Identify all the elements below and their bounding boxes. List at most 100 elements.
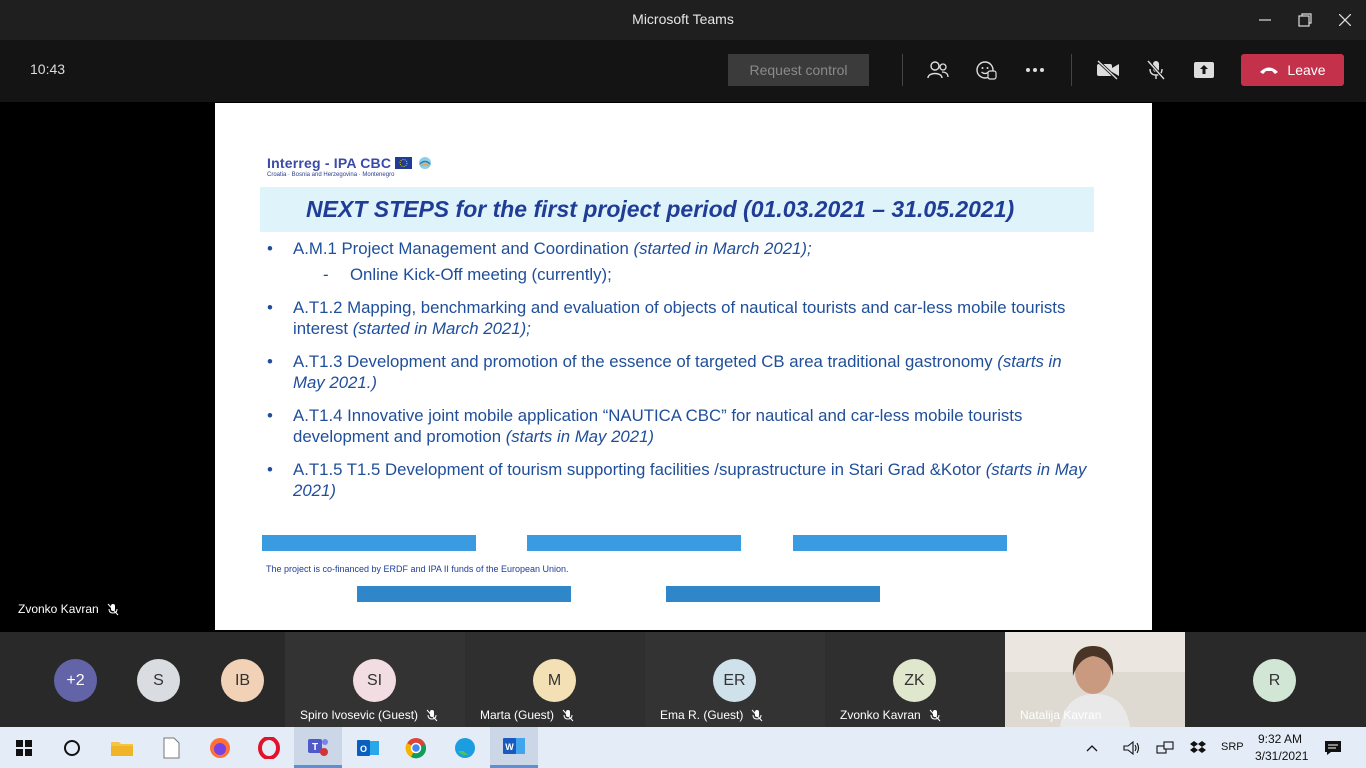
microphone-muted-icon [562, 709, 574, 721]
participant-name-tag: Natalija Kavran [1020, 708, 1101, 722]
svg-text:O: O [360, 744, 367, 754]
participants-icon[interactable] [923, 55, 953, 85]
partner-logo-bar [357, 586, 571, 602]
microphone-muted-icon[interactable] [1141, 55, 1171, 85]
avatar[interactable]: IB [221, 659, 264, 702]
bullet-text: A.M.1 Project Management and Coordinatio… [293, 239, 634, 258]
shared-content-stage: Interreg - IPA CBC Croatia · Bosnia and … [0, 102, 1366, 632]
logo-text: Interreg - IPA CBC [267, 155, 392, 171]
chrome-icon[interactable] [392, 727, 440, 768]
file-explorer-icon[interactable] [98, 727, 146, 768]
participant-name: Natalija Kavran [1020, 708, 1102, 722]
slide-bullet-list: • A.M.1 Project Management and Coordinat… [267, 238, 1097, 501]
participant-name: Ema R. (Guest) [660, 708, 744, 722]
avatar[interactable]: S [137, 659, 180, 702]
windows-taskbar: T O W SRP 9:32 AM 3/31/2021 [0, 727, 1366, 768]
bullet-icon: • [267, 406, 273, 425]
avatar: ER [713, 659, 756, 702]
more-options-icon[interactable] [1020, 55, 1050, 85]
partner-logo-bar [793, 535, 1007, 551]
bullet-text: Online Kick-Off meeting (currently); [350, 265, 612, 284]
windows-start-icon[interactable] [0, 727, 48, 768]
bullet-text: A.T1.4 Innovative joint mobile applicati… [293, 406, 1023, 446]
participant-name-tag: Marta (Guest) [480, 708, 574, 722]
bullet-icon: • [267, 239, 273, 258]
request-control-button[interactable]: Request control [728, 54, 869, 86]
network-icon[interactable] [1150, 727, 1180, 768]
participant-name-tag: Zvonko Kavran [840, 708, 941, 722]
reactions-icon[interactable] [971, 55, 1001, 85]
tray-chevron-up-icon[interactable] [1077, 727, 1107, 768]
notifications-icon[interactable] [1318, 727, 1348, 768]
bullet-text: A.T1.5 T1.5 Development of tourism suppo… [293, 460, 986, 479]
bullet-item: • A.M.1 Project Management and Coordinat… [267, 238, 1097, 259]
camera-off-icon[interactable] [1093, 55, 1123, 85]
heading-band: NEXT STEPS for the first project period … [260, 187, 1094, 232]
participant-name-tag: Ema R. (Guest) [660, 708, 763, 722]
project-emblem-icon [419, 157, 432, 169]
microphone-muted-icon [426, 709, 438, 721]
bullet-note: (started in March 2021); [633, 239, 812, 258]
restore-icon[interactable] [1285, 0, 1325, 40]
participant-tile[interactable]: ER Ema R. (Guest) [645, 632, 825, 727]
word-icon[interactable]: W [490, 727, 538, 768]
participant-strip: +2 S IB SI Spiro Ivosevic (Guest) M Mart… [0, 632, 1366, 727]
leave-label: Leave [1287, 62, 1326, 78]
partner-logo-bar [666, 586, 880, 602]
window-title: Microsoft Teams [632, 11, 734, 27]
presentation-slide: Interreg - IPA CBC Croatia · Bosnia and … [215, 103, 1152, 630]
eu-flag-icon [395, 157, 413, 169]
participant-video-tile[interactable]: Natalija Kavran [1005, 632, 1185, 727]
more-participants-button[interactable]: +2 [54, 659, 97, 702]
document-icon[interactable] [147, 727, 195, 768]
avatar[interactable]: R [1253, 659, 1296, 702]
bullet-icon: • [267, 460, 273, 479]
dropbox-icon[interactable] [1183, 727, 1213, 768]
opera-icon[interactable] [245, 727, 293, 768]
bullet-text: A.T1.3 Development and promotion of the … [293, 352, 998, 371]
toolbar-divider [1071, 54, 1072, 86]
presenter-name: Zvonko Kavran [18, 602, 99, 616]
participant-tile[interactable]: M Marta (Guest) [465, 632, 645, 727]
microsoft-teams-icon[interactable]: T [294, 727, 342, 768]
search-icon[interactable] [48, 727, 96, 768]
participant-name-tag: Spiro Ivosevic (Guest) [300, 708, 438, 722]
microphone-muted-icon [751, 709, 763, 721]
bullet-note: (started in March 2021); [352, 319, 531, 338]
outlook-icon[interactable]: O [344, 727, 392, 768]
close-icon[interactable] [1325, 0, 1365, 40]
bullet-note: (starts in May 2021) [505, 427, 654, 446]
avatar: M [533, 659, 576, 702]
participant-name: Zvonko Kavran [840, 708, 921, 722]
language-indicator[interactable]: SRP [1221, 741, 1244, 753]
volume-icon[interactable] [1117, 727, 1147, 768]
minimize-icon[interactable] [1245, 0, 1285, 40]
microphone-muted-icon [107, 603, 119, 615]
firefox-icon[interactable] [196, 727, 244, 768]
leave-button[interactable]: Leave [1241, 54, 1344, 86]
bullet-item: • A.T1.5 T1.5 Development of tourism sup… [267, 459, 1097, 501]
cofinanced-note: The project is co-financed by ERDF and I… [266, 564, 569, 574]
title-bar: Microsoft Teams [0, 0, 1366, 40]
sub-bullet-item: - Online Kick-Off meeting (currently); [267, 264, 1097, 285]
share-screen-icon[interactable] [1189, 55, 1219, 85]
phone-hangup-icon [1260, 67, 1279, 74]
partner-logo-bar [527, 535, 741, 551]
avatar: ZK [893, 659, 936, 702]
clock-time[interactable]: 9:32 AM [1258, 732, 1302, 746]
participant-tile[interactable]: SI Spiro Ivosevic (Guest) [285, 632, 465, 727]
toolbar-divider [902, 54, 903, 86]
bullet-icon: • [267, 352, 273, 371]
clock-date[interactable]: 3/31/2021 [1255, 749, 1308, 763]
bullet-item: • A.T1.3 Development and promotion of th… [267, 351, 1097, 393]
svg-text:T: T [312, 742, 318, 753]
microphone-muted-icon [929, 709, 941, 721]
slide-heading: NEXT STEPS for the first project period … [306, 196, 1015, 222]
bullet-item: • A.T1.4 Innovative joint mobile applica… [267, 405, 1097, 447]
bullet-item: • A.T1.2 Mapping, benchmarking and evalu… [267, 297, 1097, 339]
participant-tile[interactable]: ZK Zvonko Kavran [825, 632, 1005, 727]
presenter-name-tag: Zvonko Kavran [18, 602, 119, 616]
edge-icon[interactable] [441, 727, 489, 768]
interreg-logo: Interreg - IPA CBC Croatia · Bosnia and … [267, 155, 434, 178]
participant-name: Spiro Ivosevic (Guest) [300, 708, 419, 722]
